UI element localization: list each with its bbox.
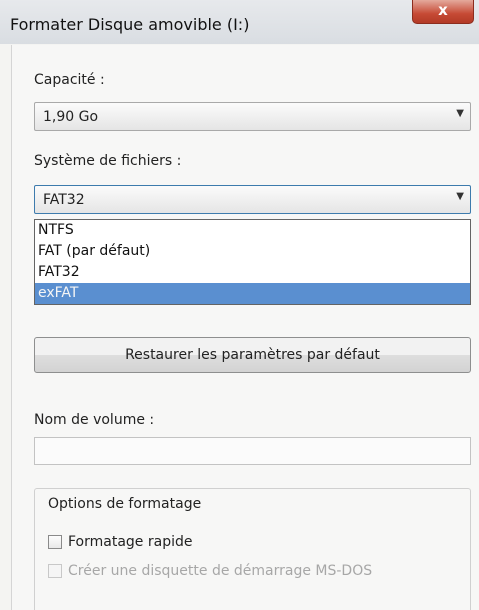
chevron-down-icon: ▼: [456, 108, 464, 119]
quick-format-label: Formatage rapide: [68, 534, 193, 550]
window-title: Formater Disque amovible (I:): [10, 15, 250, 34]
chevron-down-icon: ▼: [456, 191, 464, 202]
quick-format-checkbox[interactable]: [48, 535, 62, 549]
close-icon: x: [438, 1, 448, 19]
filesystem-select[interactable]: FAT32 ▼: [34, 185, 471, 214]
msdos-boot-checkbox: [48, 564, 62, 578]
capacity-label: Capacité :: [34, 72, 105, 88]
filesystem-option-fat32[interactable]: FAT32: [35, 262, 470, 283]
filesystem-label: Système de fichiers :: [34, 153, 182, 169]
filesystem-option-fat[interactable]: FAT (par défaut): [35, 241, 470, 262]
capacity-select[interactable]: 1,90 Go ▼: [34, 102, 471, 131]
filesystem-option-ntfs[interactable]: NTFS: [35, 220, 470, 241]
msdos-boot-label: Créer une disquette de démarrage MS-DOS: [68, 563, 373, 579]
capacity-value: 1,90 Go: [43, 109, 99, 125]
volume-name-input[interactable]: [34, 437, 471, 465]
format-options-title: Options de formatage: [48, 496, 202, 512]
restore-defaults-button[interactable]: Restaurer les paramètres par défaut: [34, 337, 471, 373]
filesystem-dropdown-list: NTFS FAT (par défaut) FAT32 exFAT: [34, 219, 471, 305]
filesystem-option-exfat[interactable]: exFAT: [35, 283, 470, 304]
close-button[interactable]: x: [412, 0, 474, 24]
filesystem-value: FAT32: [43, 192, 85, 208]
title-bar: Formater Disque amovible (I:) x: [0, 0, 479, 44]
volume-name-label: Nom de volume :: [34, 412, 155, 428]
